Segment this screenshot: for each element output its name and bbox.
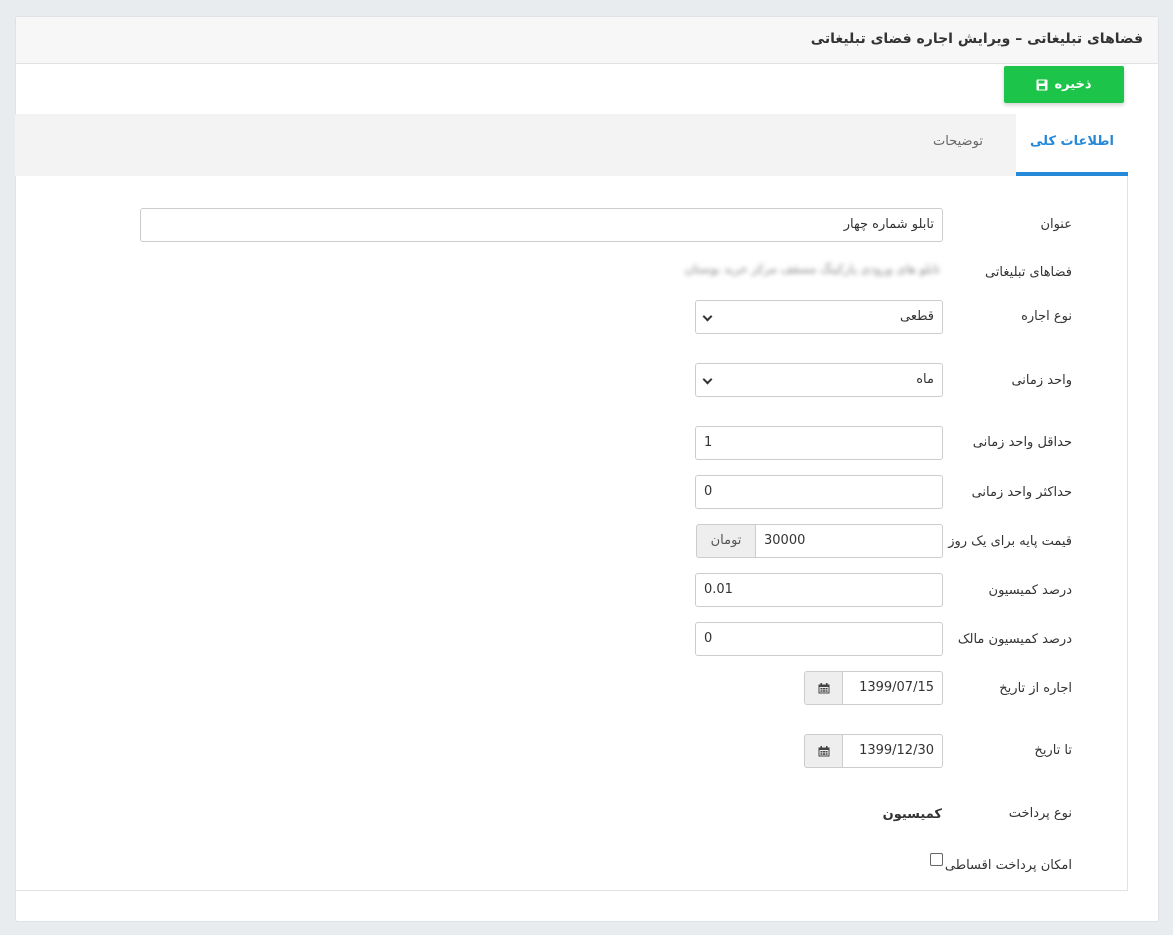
from-date-label: اجاره از تاریخ bbox=[999, 681, 1072, 696]
installment-checkbox[interactable] bbox=[930, 853, 943, 866]
tab-general-info[interactable]: اطلاعات کلی bbox=[1016, 114, 1128, 176]
tabs-bar: توضیحات اطلاعات کلی bbox=[15, 114, 1128, 176]
rent-type-select[interactable]: قطعی bbox=[695, 300, 943, 334]
page-title: فضاهای تبلیغاتی – ویرایش اجاره فضای تبلی… bbox=[810, 31, 1143, 47]
payment-type-label: نوع پرداخت bbox=[1008, 806, 1072, 821]
title-input[interactable]: تابلو شماره چهار bbox=[140, 208, 943, 242]
time-unit-select[interactable]: ماه bbox=[695, 363, 943, 397]
max-unit-label: حداکثر واحد زمانی bbox=[971, 485, 1072, 500]
rent-type-label: نوع اجاره bbox=[1021, 309, 1072, 324]
to-date-label: تا تاریخ bbox=[1034, 743, 1072, 758]
from-date-input[interactable]: 1399/07/15 bbox=[842, 671, 943, 705]
payment-type-value: کمیسیون bbox=[882, 807, 942, 822]
calendar-icon bbox=[818, 683, 830, 694]
ad-spaces-value: تابلو های ورودی پارکینگ مسقف مرکز خرید ب… bbox=[684, 262, 940, 276]
max-unit-input[interactable]: 0 bbox=[695, 475, 943, 509]
chevron-down-icon bbox=[702, 374, 713, 385]
commission-input[interactable]: 0.01 bbox=[695, 573, 943, 607]
commission-label: درصد کمیسیون bbox=[988, 583, 1072, 598]
title-label: عنوان bbox=[1040, 217, 1072, 232]
owner-commission-input[interactable]: 0 bbox=[695, 622, 943, 656]
save-button[interactable]: ذخیره bbox=[1004, 66, 1124, 103]
ad-spaces-label: فضاهای تبلیغاتی bbox=[984, 265, 1072, 280]
to-date-calendar-button[interactable] bbox=[804, 734, 843, 768]
time-unit-value: ماه bbox=[916, 372, 934, 387]
chevron-down-icon bbox=[702, 311, 713, 322]
owner-commission-label: درصد کمیسیون مالک bbox=[957, 632, 1072, 647]
from-date-calendar-button[interactable] bbox=[804, 671, 843, 705]
time-unit-label: واحد زمانی bbox=[1011, 373, 1072, 388]
save-button-label: ذخیره bbox=[1054, 77, 1092, 92]
currency-addon: تومان bbox=[696, 524, 756, 558]
floppy-disk-icon bbox=[1036, 79, 1048, 91]
min-unit-input[interactable]: 1 bbox=[695, 426, 943, 460]
base-price-label: قیمت پایه برای یک روز bbox=[948, 534, 1072, 549]
calendar-icon bbox=[818, 746, 830, 757]
rent-type-value: قطعی bbox=[900, 309, 934, 324]
to-date-input[interactable]: 1399/12/30 bbox=[842, 734, 943, 768]
min-unit-label: حداقل واحد زمانی bbox=[972, 435, 1072, 450]
tab-description[interactable]: توضیحات bbox=[923, 114, 993, 176]
installment-label: امکان پرداخت اقساطی bbox=[944, 858, 1072, 873]
base-price-input[interactable]: 30000 bbox=[755, 524, 943, 558]
panel-header: فضاهای تبلیغاتی – ویرایش اجاره فضای تبلی… bbox=[16, 17, 1158, 64]
